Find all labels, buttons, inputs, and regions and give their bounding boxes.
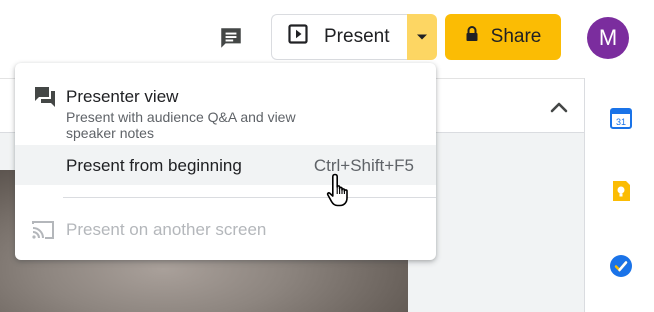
avatar[interactable]: M: [587, 17, 629, 59]
menu-item-present-on-another-screen: Present on another screen: [15, 209, 436, 249]
menu-divider: [63, 197, 436, 198]
avatar-initial: M: [598, 25, 618, 50]
calendar-icon[interactable]: 31: [609, 106, 633, 130]
present-button-group: Present: [271, 14, 437, 60]
menu-item-title: Presenter view: [66, 87, 179, 106]
comment-icon[interactable]: [214, 22, 248, 54]
tasks-icon[interactable]: [609, 254, 633, 278]
present-dropdown-button[interactable]: [407, 14, 437, 60]
hand-pointer-cursor-icon: [326, 172, 352, 208]
caret-down-icon: [416, 28, 428, 46]
cast-icon: [31, 219, 55, 246]
collapse-icon[interactable]: [548, 96, 570, 118]
menu-item-title: Present from beginning: [66, 156, 242, 175]
menu-item-title: Present on another screen: [66, 220, 267, 239]
present-button[interactable]: Present: [271, 14, 407, 60]
calendar-day-text: 31: [616, 117, 626, 127]
menu-item-description: Present with audience Q&A and view speak…: [66, 109, 296, 141]
menu-item-presenter-view[interactable]: Presenter view Present with audience Q&A…: [15, 69, 436, 147]
presenter-view-icon: [33, 85, 57, 114]
share-button-label: Share: [490, 26, 542, 47]
present-options-menu: Presenter view Present with audience Q&A…: [15, 63, 436, 260]
menu-item-present-from-beginning[interactable]: Present from beginning Ctrl+Shift+F5: [15, 145, 436, 185]
share-button[interactable]: Share: [445, 14, 561, 60]
present-play-icon: [288, 24, 308, 50]
lock-icon: [465, 26, 479, 48]
present-button-label: Present: [324, 26, 390, 47]
keep-icon[interactable]: [609, 179, 633, 203]
